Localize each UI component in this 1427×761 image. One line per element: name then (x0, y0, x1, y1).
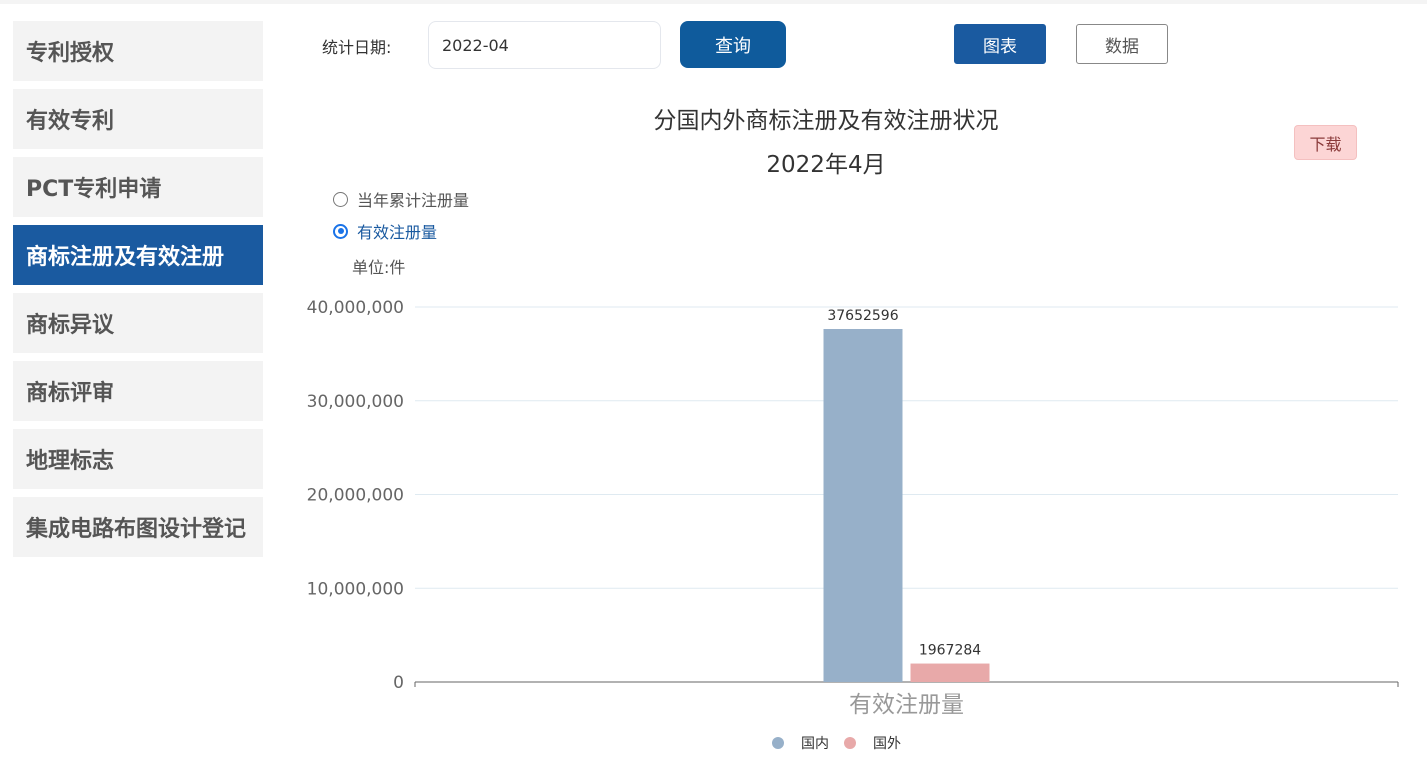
radio-valid-registrations[interactable]: 有效注册量 (333, 219, 437, 243)
legend-marker-icon (844, 737, 856, 749)
y-tick-label: 0 (393, 673, 404, 693)
y-tick-label: 30,000,000 (307, 392, 404, 412)
chart-title: 分国内外商标注册及有效注册状况 (653, 108, 999, 134)
data-label: 37652596 (827, 308, 898, 324)
sidebar-item-pct-applications[interactable]: PCT专利申请 (13, 157, 263, 217)
sidebar-item-trademark-review[interactable]: 商标评审 (13, 361, 263, 421)
bar-chart: 0 10,000,000 20,000,000 30,000,000 40,000,00… (307, 298, 1399, 752)
chart-view-button[interactable]: 图表 (954, 24, 1046, 64)
bar-foreign (910, 663, 990, 682)
radio-checked-icon[interactable] (333, 223, 348, 239)
radio-label: 有效注册量 (357, 223, 438, 242)
legend-marker-icon (772, 737, 784, 749)
y-tick-label: 20,000,000 (307, 486, 404, 506)
query-button[interactable]: 查询 (680, 21, 786, 68)
chart-subtitle: 2022年4月 (766, 152, 886, 178)
date-input[interactable] (428, 21, 661, 69)
legend-label: 国外 (873, 736, 901, 752)
data-view-button[interactable]: 数据 (1076, 24, 1168, 64)
y-tick-label: 40,000,000 (307, 298, 404, 318)
date-label: 统计日期: (322, 38, 392, 57)
data-label: 1967284 (919, 643, 981, 659)
sidebar-item-valid-patents[interactable]: 有效专利 (13, 89, 263, 149)
unit-label: 单位:件 (352, 258, 406, 277)
sidebar-item-trademark-opposition[interactable]: 商标异议 (13, 293, 263, 353)
y-tick-label: 10,000,000 (307, 579, 404, 599)
download-button[interactable]: 下载 (1294, 125, 1357, 160)
bar-domestic (823, 329, 903, 682)
sidebar-item-geographical-indications[interactable]: 地理标志 (13, 429, 263, 489)
sidebar-item-patent-grants[interactable]: 专利授权 (13, 21, 263, 81)
sidebar-item-ic-layout-design[interactable]: 集成电路布图设计登记 (13, 497, 263, 557)
legend-label: 国内 (801, 736, 829, 752)
radio-circle-icon[interactable] (333, 191, 348, 207)
sidebar-nav: 专利授权 有效专利 PCT专利申请 商标注册及有效注册 商标异议 商标评审 地理… (13, 21, 263, 565)
sidebar-item-trademark-registration[interactable]: 商标注册及有效注册 (13, 225, 263, 285)
x-tick-label: 有效注册量 (849, 692, 964, 718)
radio-yearly-cumulative[interactable]: 当年累计注册量 (333, 187, 469, 211)
radio-label: 当年累计注册量 (357, 191, 470, 210)
top-border (0, 0, 1427, 4)
